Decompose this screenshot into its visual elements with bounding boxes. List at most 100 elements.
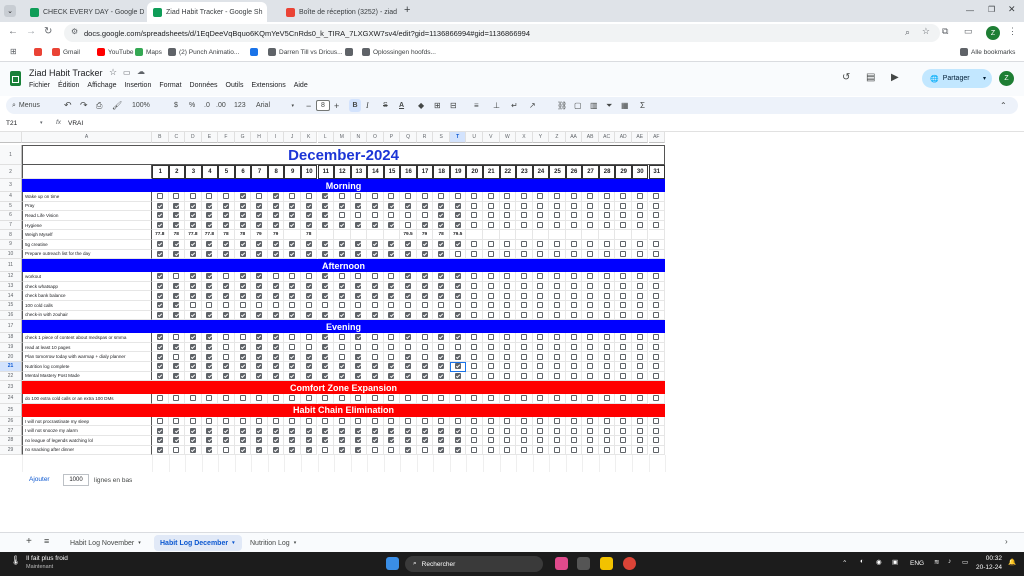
day-cell[interactable] (582, 426, 599, 436)
strikethrough-button[interactable]: S (383, 97, 388, 114)
day-cell[interactable] (433, 281, 450, 292)
day-cell[interactable] (317, 240, 335, 250)
browser-tab[interactable]: Boîte de réception (3252) - ziad✕ (280, 2, 400, 22)
checkbox[interactable] (553, 250, 560, 257)
day-cell[interactable] (367, 220, 384, 231)
clock-time[interactable]: 00:32 (980, 555, 1002, 562)
column-header[interactable]: C (168, 132, 186, 143)
checkbox[interactable] (471, 311, 478, 318)
checkbox[interactable] (653, 427, 660, 434)
filter-icon[interactable]: ⏷ (606, 97, 612, 114)
day-cell[interactable] (152, 352, 169, 362)
day-cell[interactable] (615, 230, 632, 240)
day-cell[interactable] (483, 230, 500, 240)
checkbox[interactable] (289, 212, 296, 219)
checkbox[interactable] (421, 427, 428, 434)
day-cell[interactable] (416, 240, 434, 250)
checkbox[interactable] (438, 418, 445, 425)
checkbox[interactable] (156, 273, 163, 280)
checkbox[interactable] (322, 302, 329, 309)
day-cell[interactable] (449, 301, 467, 311)
day-cell[interactable] (631, 220, 649, 231)
checkbox[interactable] (239, 437, 246, 444)
checkbox[interactable] (371, 193, 378, 200)
checkbox[interactable] (189, 250, 196, 257)
checkbox[interactable] (239, 283, 246, 290)
day-cell[interactable] (615, 426, 632, 436)
checkbox[interactable] (239, 250, 246, 257)
day-cell[interactable] (168, 272, 186, 282)
day-cell[interactable] (350, 333, 368, 343)
checkbox[interactable] (388, 344, 395, 351)
checkbox[interactable] (421, 241, 428, 248)
day-cell[interactable] (152, 310, 169, 321)
checkbox[interactable] (438, 344, 445, 351)
day-cell[interactable] (350, 249, 368, 260)
day-header[interactable]: 9 (284, 165, 301, 179)
day-cell[interactable] (615, 272, 632, 282)
day-header[interactable]: 16 (400, 165, 417, 179)
checkbox[interactable] (587, 212, 594, 219)
day-cell[interactable] (582, 211, 599, 221)
bookmark-star-icon[interactable]: ☆ (922, 26, 930, 37)
checkbox[interactable] (603, 292, 610, 299)
day-cell[interactable] (631, 342, 649, 353)
checkbox[interactable] (553, 292, 560, 299)
checkbox[interactable] (636, 418, 643, 425)
sheet-tab-dropdown-icon[interactable]: ▾ (232, 540, 235, 546)
day-cell[interactable] (615, 240, 632, 250)
day-cell[interactable] (499, 201, 517, 212)
checkbox[interactable] (553, 334, 560, 341)
day-cell[interactable] (152, 240, 169, 250)
day-cell[interactable] (284, 394, 301, 404)
checkbox[interactable] (405, 353, 412, 360)
day-header[interactable]: 5 (218, 165, 235, 179)
day-cell[interactable] (598, 394, 616, 404)
checkbox[interactable] (570, 353, 577, 360)
day-cell[interactable] (433, 426, 450, 436)
checkbox[interactable] (206, 363, 213, 370)
checkbox[interactable] (487, 222, 494, 229)
day-header[interactable]: 7 (251, 165, 268, 179)
day-cell[interactable] (648, 342, 666, 353)
day-cell[interactable] (433, 436, 450, 446)
insert-chart-icon[interactable]: ▥ (590, 97, 598, 114)
url-input[interactable]: ⚙ docs.google.com/spreadsheets/d/1EqDeeV… (64, 24, 940, 42)
day-cell[interactable] (251, 436, 268, 446)
checkbox[interactable] (206, 353, 213, 360)
checkbox[interactable] (355, 302, 362, 309)
checkbox[interactable] (156, 241, 163, 248)
day-cell[interactable] (532, 220, 550, 231)
day-cell[interactable] (218, 362, 235, 372)
day-cell[interactable] (483, 310, 500, 321)
day-cell[interactable] (234, 416, 252, 427)
day-cell[interactable]: 79.5 (449, 230, 467, 240)
day-cell[interactable] (483, 416, 500, 427)
checkbox[interactable] (587, 418, 594, 425)
checkbox[interactable] (289, 437, 296, 444)
checkbox[interactable] (520, 292, 527, 299)
day-cell[interactable] (516, 240, 533, 250)
fill-color-icon[interactable]: ◆ (418, 97, 424, 114)
day-cell[interactable] (433, 342, 450, 353)
checkbox[interactable] (487, 311, 494, 318)
day-cell[interactable] (598, 291, 616, 301)
checkbox[interactable] (256, 193, 263, 200)
checkbox[interactable] (553, 302, 560, 309)
checkbox[interactable] (289, 363, 296, 370)
day-cell[interactable]: 78 (218, 230, 235, 240)
sheet-tab[interactable]: Habit Log December ▾ (154, 535, 242, 551)
apps-grid-icon[interactable]: ⊞ (10, 47, 17, 56)
day-cell[interactable] (284, 220, 301, 231)
row-header[interactable]: 14 (0, 291, 22, 301)
weather-text[interactable]: Il fait plus froid (26, 555, 68, 562)
day-cell[interactable] (400, 281, 417, 292)
day-cell[interactable] (582, 291, 599, 301)
day-cell[interactable] (334, 301, 351, 311)
checkbox[interactable] (421, 292, 428, 299)
day-cell[interactable] (449, 192, 467, 202)
paint-format-icon[interactable]: 🖌 (112, 97, 122, 114)
checkbox[interactable] (272, 273, 279, 280)
checkbox[interactable] (504, 241, 511, 248)
chrome-icon[interactable] (623, 557, 636, 570)
